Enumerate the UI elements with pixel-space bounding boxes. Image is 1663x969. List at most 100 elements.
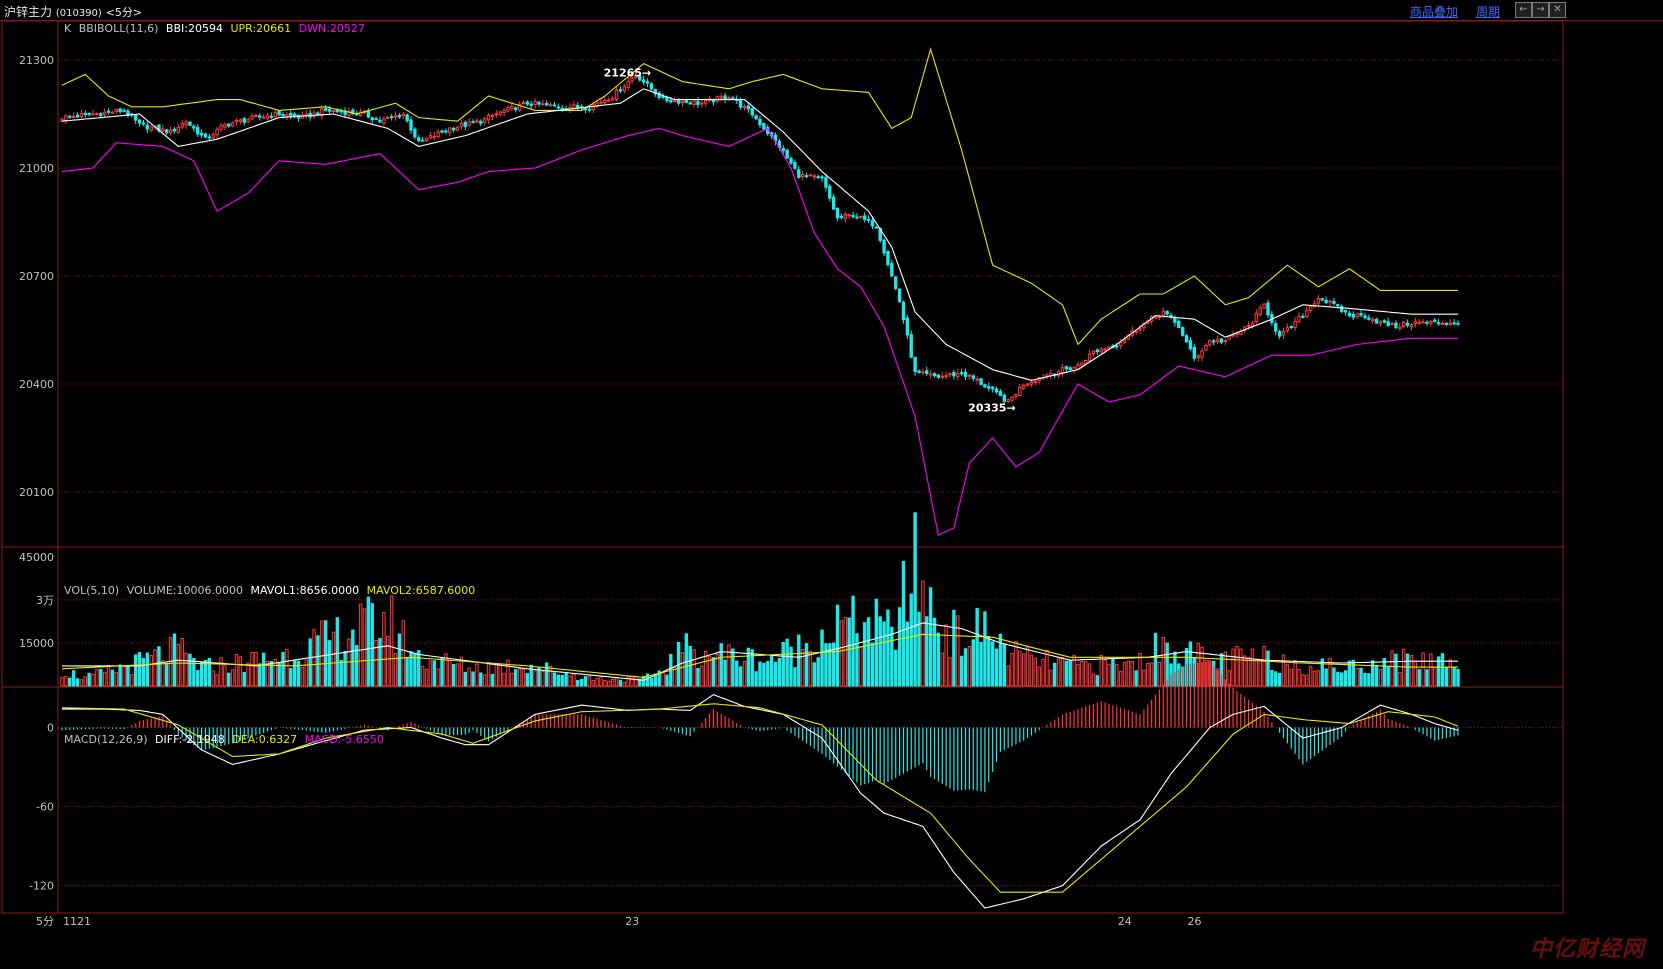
candle-body bbox=[285, 114, 289, 117]
volume-panel-header: VOL(5,10) VOLUME:10006.0000 MAVOL1:8656.… bbox=[64, 584, 479, 597]
volume-value: VOLUME:10006.0000 bbox=[126, 584, 243, 597]
mavol2-value: MAVOL2:6587.6000 bbox=[366, 584, 476, 597]
volume-bar bbox=[351, 629, 355, 687]
volume-bar bbox=[1115, 663, 1119, 687]
candle-body bbox=[1448, 322, 1452, 325]
candle-body bbox=[576, 104, 580, 108]
volume-bar bbox=[583, 676, 588, 687]
volume-bar bbox=[482, 674, 487, 687]
x-tick-label: 26 bbox=[1188, 915, 1202, 928]
candle-body bbox=[987, 386, 991, 389]
candle-body bbox=[1382, 320, 1387, 323]
candle-body bbox=[711, 99, 716, 103]
candle-body bbox=[1215, 339, 1220, 343]
candle-body bbox=[168, 129, 173, 134]
volume-bar bbox=[513, 669, 518, 687]
candle-body bbox=[1227, 335, 1231, 340]
candle-body bbox=[1115, 345, 1119, 348]
volume-tick-label: 3万 bbox=[36, 594, 54, 607]
volume-bar bbox=[1421, 652, 1425, 687]
candle-body bbox=[537, 101, 541, 105]
candle-body bbox=[983, 384, 987, 388]
candle-body bbox=[750, 108, 754, 116]
volume-bar bbox=[1254, 660, 1259, 687]
candle-body bbox=[1208, 340, 1212, 346]
macd-panel-header: MACD(12,26,9) DIFF:-2.1948 DEA:0.6327 MA… bbox=[64, 733, 388, 746]
candle-body bbox=[215, 128, 219, 136]
volume-bar bbox=[1343, 670, 1348, 687]
volume-bar bbox=[164, 663, 169, 687]
candle-body bbox=[1165, 311, 1169, 315]
candle-body bbox=[560, 107, 564, 110]
volume-bar bbox=[1064, 660, 1069, 687]
price-tick-label: 20400 bbox=[19, 378, 54, 391]
volume-bar bbox=[1130, 660, 1134, 687]
volume-bar bbox=[901, 560, 906, 687]
candle-body bbox=[1018, 386, 1022, 396]
candle-body bbox=[800, 173, 805, 178]
candle-body bbox=[1029, 381, 1034, 385]
candle-body bbox=[242, 118, 246, 123]
volume-bar bbox=[1235, 645, 1239, 687]
volume-bar bbox=[1316, 670, 1321, 687]
low-annotation: 20335→ bbox=[968, 401, 1016, 414]
candle-body bbox=[952, 372, 956, 377]
candle-body bbox=[164, 129, 169, 134]
volume-bar bbox=[886, 609, 890, 687]
volume-bar bbox=[1018, 650, 1022, 687]
candle-body bbox=[413, 128, 417, 138]
candle-body bbox=[1091, 350, 1096, 355]
volume-bar bbox=[234, 654, 239, 687]
candle-body bbox=[196, 126, 200, 135]
volume-bar bbox=[847, 617, 851, 687]
volume-bar bbox=[114, 671, 118, 687]
candle-body bbox=[1452, 322, 1456, 325]
volume-bar bbox=[246, 662, 250, 687]
volume-bar bbox=[1165, 642, 1169, 687]
candle-body bbox=[1409, 324, 1414, 328]
candle-body bbox=[1277, 331, 1282, 337]
candle-body bbox=[133, 114, 138, 121]
candle-body bbox=[238, 119, 243, 122]
volume-bar bbox=[339, 659, 343, 687]
candle-body bbox=[207, 136, 212, 139]
candle-body bbox=[1219, 338, 1224, 343]
candle-body bbox=[405, 114, 409, 122]
volume-bar bbox=[475, 663, 479, 687]
candle-body bbox=[1262, 303, 1266, 309]
volume-bar bbox=[1378, 668, 1383, 687]
volume-bar bbox=[261, 652, 266, 687]
candle-body bbox=[789, 157, 793, 164]
volume-bar bbox=[866, 617, 871, 687]
candle-body bbox=[828, 185, 832, 199]
candle-body bbox=[234, 120, 239, 123]
candle-body bbox=[254, 115, 258, 118]
candle-body bbox=[184, 121, 188, 126]
mavol1-value: MAVOL1:8656.0000 bbox=[250, 584, 360, 597]
dwn-value: DWN:20527 bbox=[298, 22, 365, 35]
volume-bar bbox=[428, 660, 433, 687]
volume-bar bbox=[386, 635, 390, 687]
candle-body bbox=[106, 110, 111, 113]
candle-body bbox=[223, 123, 227, 128]
volume-bar bbox=[804, 643, 809, 687]
volume-bar bbox=[618, 679, 623, 687]
candle-body bbox=[545, 103, 549, 106]
candle-body bbox=[1103, 348, 1107, 351]
volume-bar bbox=[126, 666, 130, 687]
volume-bar bbox=[963, 648, 968, 687]
volume-bar bbox=[366, 596, 371, 687]
volume-bar bbox=[921, 580, 925, 687]
volume-bar bbox=[184, 652, 188, 687]
volume-bar bbox=[1289, 668, 1293, 687]
volume-bar bbox=[227, 672, 231, 687]
volume-bar bbox=[1014, 641, 1018, 687]
volume-bar bbox=[219, 657, 223, 687]
volume-bar bbox=[188, 653, 192, 687]
candle-body bbox=[79, 113, 84, 118]
volume-bar bbox=[599, 676, 603, 687]
macd-tick-label: -120 bbox=[29, 880, 54, 893]
kline-chart[interactable]: 21300 21000 20700 20400 20100 45000 3万 15000 0 -6… bbox=[0, 0, 1663, 969]
volume-bar bbox=[1266, 650, 1270, 687]
volume-bar bbox=[727, 644, 731, 687]
